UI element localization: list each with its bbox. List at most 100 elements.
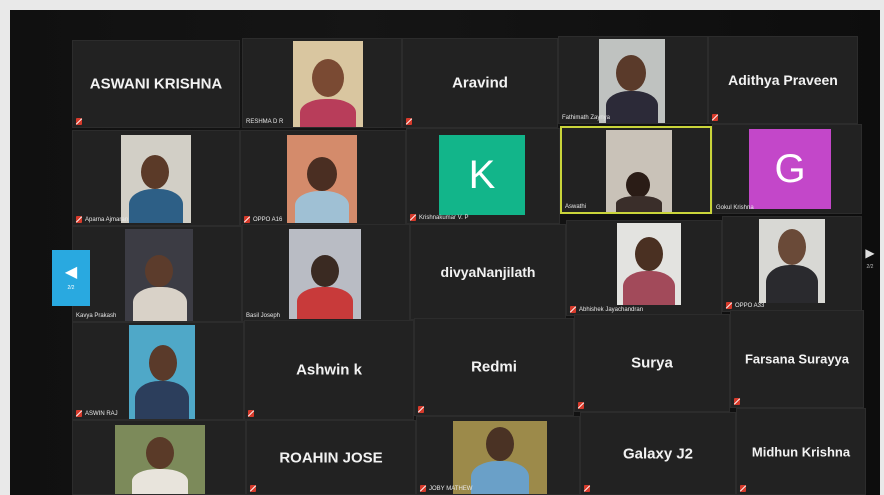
avatar: G (749, 129, 831, 209)
tile-caption: JOBY MATHEW (420, 485, 472, 492)
tile-caption: Krishnakumar V. P (410, 214, 468, 221)
tile-caption (418, 406, 424, 413)
video-feed (129, 325, 195, 419)
tile-caption (740, 485, 746, 492)
participant-tile-midhun[interactable]: Midhun Krishna (736, 408, 866, 495)
video-feed (453, 421, 547, 494)
participant-tile-aswin-raj[interactable]: ASWIN RAJ (72, 322, 244, 420)
next-page-button[interactable]: ▶ 2/2 (862, 246, 878, 286)
tile-caption: Aswathi (565, 204, 586, 210)
tile-caption (712, 114, 718, 121)
tile-caption: Basil Joseph (246, 313, 280, 319)
participant-tile-aswani-krishna[interactable]: ASWANI KRISHNA (72, 40, 240, 128)
tile-caption (584, 485, 590, 492)
participant-tile-basil[interactable]: Basil Joseph (242, 224, 410, 322)
video-feed (759, 219, 825, 303)
participant-name: ASWIN RAJ (85, 410, 118, 417)
participant-tile-joby[interactable]: JOBY MATHEW (416, 416, 580, 495)
participant-name: Krishnakumar V. P (419, 214, 469, 221)
video-feed (289, 229, 361, 319)
participant-name: Fathimath Zaynya (562, 115, 611, 121)
participant-name: Ashwin k (296, 361, 362, 379)
participant-tile-oppo-a33[interactable]: OPPO A33 (722, 216, 862, 312)
participant-tile-adithya[interactable]: Adithya Praveen (708, 36, 858, 124)
participant-tile-redmi[interactable]: Redmi (414, 318, 574, 416)
muted-mic-icon (726, 302, 732, 309)
participant-tile-oppo-a16[interactable]: OPPO A16 (240, 130, 406, 226)
video-feed (125, 229, 193, 321)
participant-name: Aravind (452, 74, 508, 92)
participant-name: Midhun Krishna (751, 444, 851, 459)
tile-caption: RESHMA D R (246, 119, 283, 125)
video-feed (606, 130, 672, 212)
tile-caption (734, 398, 740, 405)
participant-name: Aparna Ajmaran (85, 216, 129, 223)
participant-tile-roahin[interactable]: ROAHIN JOSE (246, 420, 416, 495)
participant-tile-fathimath[interactable]: Fathimath Zaynya (558, 36, 708, 124)
participant-name: Aswathi (565, 204, 587, 210)
tile-caption: ASWIN RAJ (76, 410, 118, 417)
muted-mic-icon (740, 485, 746, 492)
participant-name: ASWANI KRISHNA (89, 75, 223, 93)
participant-name: OPPO A33 (735, 302, 765, 309)
participant-name: Galaxy J2 (622, 445, 694, 462)
participant-tile-abhishek[interactable]: Abhishek Jayachandran (566, 220, 722, 316)
participant-tile-farsana[interactable]: Farsana Surayya (730, 310, 864, 408)
tile-caption: Kavya Prakash (76, 313, 116, 319)
participant-tile-reshma[interactable]: RESHMA D R (242, 38, 402, 128)
participant-name: RESHMA D R (246, 119, 284, 125)
muted-mic-icon (570, 306, 576, 313)
participant-name: OPPO A16 (253, 216, 283, 223)
participant-name: Gokul Krishna (716, 205, 754, 211)
participant-tile-aswathi-active-speaker[interactable]: Aswathi (560, 126, 712, 214)
chevron-left-icon: ◀ (64, 264, 78, 281)
muted-mic-icon (420, 485, 426, 492)
page-indicator: 2/2 (67, 285, 75, 291)
participant-name: Surya (631, 354, 673, 372)
participant-name: JOBY MATHEW (429, 485, 473, 492)
participant-tile-surya[interactable]: Surya (574, 314, 730, 412)
muted-mic-icon (248, 410, 254, 417)
muted-mic-icon (76, 216, 82, 223)
participant-name: divyaNanjilath (440, 264, 536, 280)
participant-tile-aravind[interactable]: Aravind (402, 38, 558, 128)
participant-name: Redmi (471, 358, 517, 376)
tile-caption: OPPO A16 (244, 216, 282, 223)
participant-tile-krishnakumar[interactable]: K Krishnakumar V. P (406, 128, 560, 224)
tile-caption: Gokul Krishna (716, 205, 754, 211)
participant-tile-ashwin-k[interactable]: Ashwin k (244, 320, 414, 420)
tile-caption: Fathimath Zaynya (562, 115, 610, 121)
participant-tile-galaxy-j2[interactable]: Galaxy J2 (580, 412, 736, 495)
muted-mic-icon (406, 118, 412, 125)
video-feed (115, 425, 205, 494)
video-feed (121, 135, 191, 223)
muted-mic-icon (250, 485, 256, 492)
participant-name: Basil Joseph (246, 313, 281, 319)
participant-tile-unnamed[interactable] (72, 420, 246, 495)
participant-tile-aparna[interactable]: Aparna Ajmaran (72, 130, 240, 226)
tile-caption: Aparna Ajmaran (76, 216, 128, 223)
participant-tile-kavya[interactable]: Kavya Prakash (72, 226, 242, 322)
avatar: K (439, 135, 525, 215)
participant-name: Farsana Surayya (744, 351, 850, 367)
participant-tile-divya[interactable]: divyaNanjilath (410, 224, 566, 320)
muted-mic-icon (76, 410, 82, 417)
muted-mic-icon (712, 114, 718, 121)
video-feed (293, 41, 363, 127)
previous-page-button[interactable]: ◀ 2/2 (52, 250, 90, 306)
tile-caption (578, 402, 584, 409)
video-feed (617, 223, 681, 305)
tile-caption (406, 118, 412, 125)
participant-name: ROAHIN JOSE (279, 449, 383, 466)
zoom-gallery-view: ASWANI KRISHNA RESHMA D R Aravind Fathim… (10, 10, 880, 495)
muted-mic-icon (418, 406, 424, 413)
muted-mic-icon (734, 398, 740, 405)
participant-name: Kavya Prakash (76, 313, 117, 319)
monitor-frame: ASWANI KRISHNA RESHMA D R Aravind Fathim… (0, 0, 884, 495)
tile-caption (250, 485, 256, 492)
participant-name: Abhishek Jayachandran (579, 306, 644, 313)
muted-mic-icon (244, 216, 250, 223)
participant-tile-gokul[interactable]: G Gokul Krishna (712, 124, 862, 214)
chevron-right-icon: ▶ (865, 246, 875, 260)
muted-mic-icon (578, 402, 584, 409)
